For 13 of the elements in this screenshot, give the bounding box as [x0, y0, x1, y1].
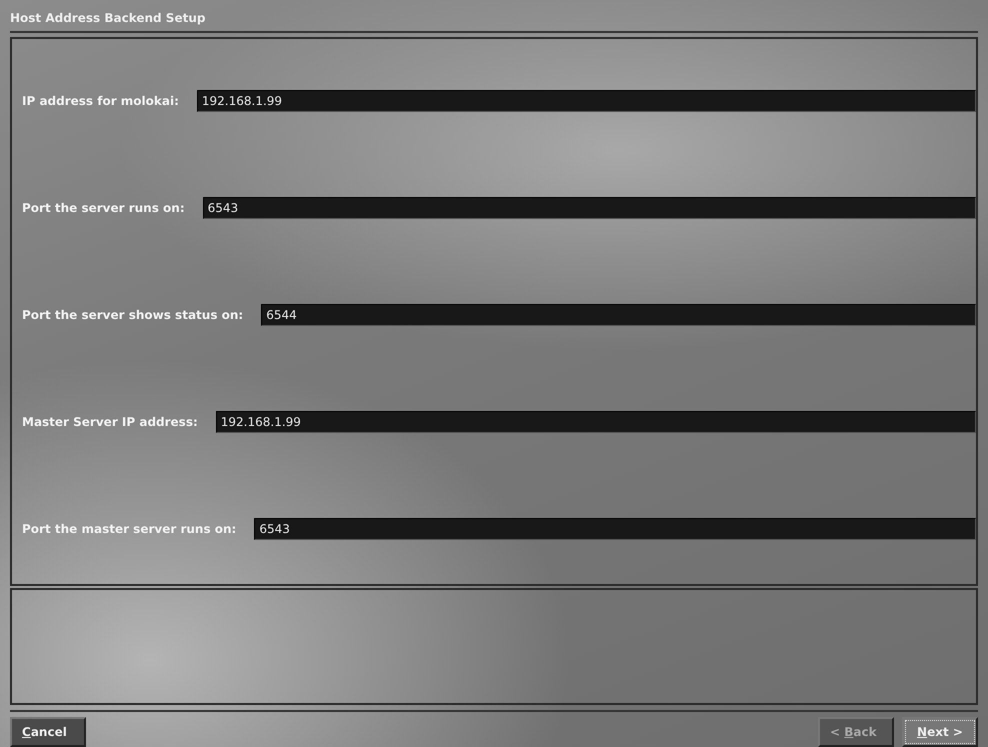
input-field[interactable]: 6543	[202, 196, 976, 218]
input-field[interactable]: 192.168.1.99	[216, 410, 976, 432]
input-field[interactable]: 192.168.1.99	[196, 90, 976, 112]
field-label: Port the master server runs on:	[22, 520, 236, 538]
input-field[interactable]: 6543	[254, 518, 976, 540]
field-label: Master Server IP address:	[22, 414, 198, 430]
field-label: Port the server runs on:	[22, 200, 185, 216]
input-field[interactable]: 6544	[261, 304, 976, 326]
window-title: Host Address Backend Setup	[10, 0, 978, 33]
wizard-button[interactable]: Cancel	[10, 717, 86, 747]
field-label: Port the server shows status on:	[22, 306, 244, 324]
wizard-button[interactable]: Next >	[902, 717, 978, 747]
field-label: IP address for molokai:	[22, 92, 179, 110]
